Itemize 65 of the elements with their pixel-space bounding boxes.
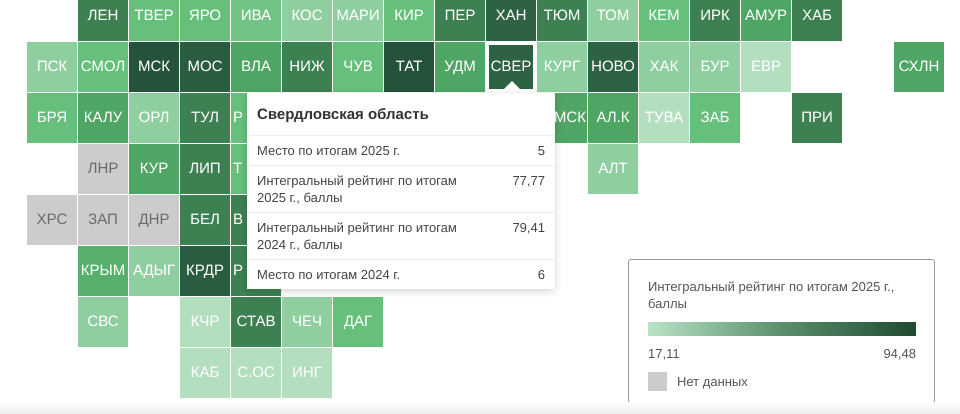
region-tile[interactable]: ЯРО [180,0,230,41]
legend-title: Интегральный рейтинг по итогам 2025 г., баллы [648,278,896,312]
legend-max: 94,48 [883,345,916,363]
region-tile[interactable]: БУР [690,42,740,92]
region-tile[interactable]: КИР [384,0,434,41]
region-tile[interactable]: МОС [180,42,230,92]
region-tile[interactable]: ХРС [27,195,77,245]
region-tile[interactable]: СХЛН [894,42,944,92]
region-tile[interactable]: СВЕР [486,42,536,92]
region-tile[interactable]: ВЛА [231,42,281,92]
region-tile[interactable]: ИРК [690,0,740,41]
region-tile[interactable]: ДАГ [333,297,383,347]
region-tile[interactable]: ЧУВ [333,42,383,92]
region-tile[interactable]: ТВЕР [129,0,179,41]
region-tile[interactable]: БЕЛ [180,195,230,245]
region-tile[interactable]: БРЯ [27,93,77,143]
region-tile[interactable]: ОРЛ [129,93,179,143]
region-tile[interactable]: ЛНР [78,144,128,194]
region-tile[interactable]: АМУР [741,0,791,41]
region-tile[interactable]: ХАН [486,0,536,41]
region-tile[interactable]: МАРИ [333,0,383,41]
region-tile[interactable]: НОВО [588,42,638,92]
region-tile[interactable]: МСК [129,42,179,92]
tooltip-title: Свердловская область [247,93,555,136]
region-tile[interactable]: ПСК [27,42,77,92]
region-tile[interactable]: КУРГ [537,42,587,92]
tooltip-label: Интегральный рейтинг по итогам 2024 г., баллы [257,218,458,252]
region-tile[interactable]: ЗАП [78,195,128,245]
region-tile[interactable]: ПЕР [435,0,485,41]
region-tile[interactable]: ТАТ [384,42,434,92]
region-tile[interactable]: ХАК [639,42,689,92]
region-tile[interactable]: ТЮМ [537,0,587,41]
tooltip-value: 77,77 [512,172,545,190]
region-tile[interactable]: АДЫГ [129,246,179,296]
region-tile[interactable]: ТОМ [588,0,638,41]
legend-min: 17,11 [648,345,680,363]
region-tile[interactable]: ИВА [231,0,281,41]
tooltip-label: Место по итогам 2025 г. [257,142,402,158]
tooltip-label: Интегральный рейтинг по итогам 2025 г., баллы [257,172,458,206]
region-tile[interactable]: АЛТ [588,144,638,194]
region-tile[interactable]: КРЫМ [78,246,128,296]
region-tile[interactable]: КОС [282,0,332,41]
region-tile[interactable]: СТАВ [231,297,281,347]
region-tile[interactable]: КАЛУ [78,93,128,143]
tooltip-value: 79,41 [512,218,545,236]
region-tile[interactable]: КРДР [180,246,230,296]
region-tile[interactable]: АЛ.К [588,93,638,143]
region-tile[interactable]: ЛЕН [78,0,128,41]
tooltip-value: 5 [538,142,545,158]
region-tile[interactable]: УДМ [435,42,485,92]
region-tile[interactable]: КУР [129,144,179,194]
region-tile[interactable]: КЕМ [639,0,689,41]
region-tile[interactable]: НИЖ [282,42,332,92]
region-tile[interactable]: ЧЕЧ [282,297,332,347]
region-tile[interactable]: ЛИП [180,144,230,194]
region-tile[interactable]: СВС [78,297,128,347]
tooltip-value: 6 [538,266,545,282]
no-data-label: Нет данных [677,372,748,391]
region-tile[interactable]: ЗАБ [690,93,740,143]
region-tile[interactable]: ДНР [129,195,179,245]
tooltip-label: Место по итогам 2024 г. [257,266,402,282]
region-tile[interactable]: СМОЛ [78,42,128,92]
region-tile[interactable]: ХАБ [792,0,842,41]
region-tile[interactable]: ТУЛ [180,93,230,143]
region-tile[interactable]: ПРИ [792,93,842,143]
